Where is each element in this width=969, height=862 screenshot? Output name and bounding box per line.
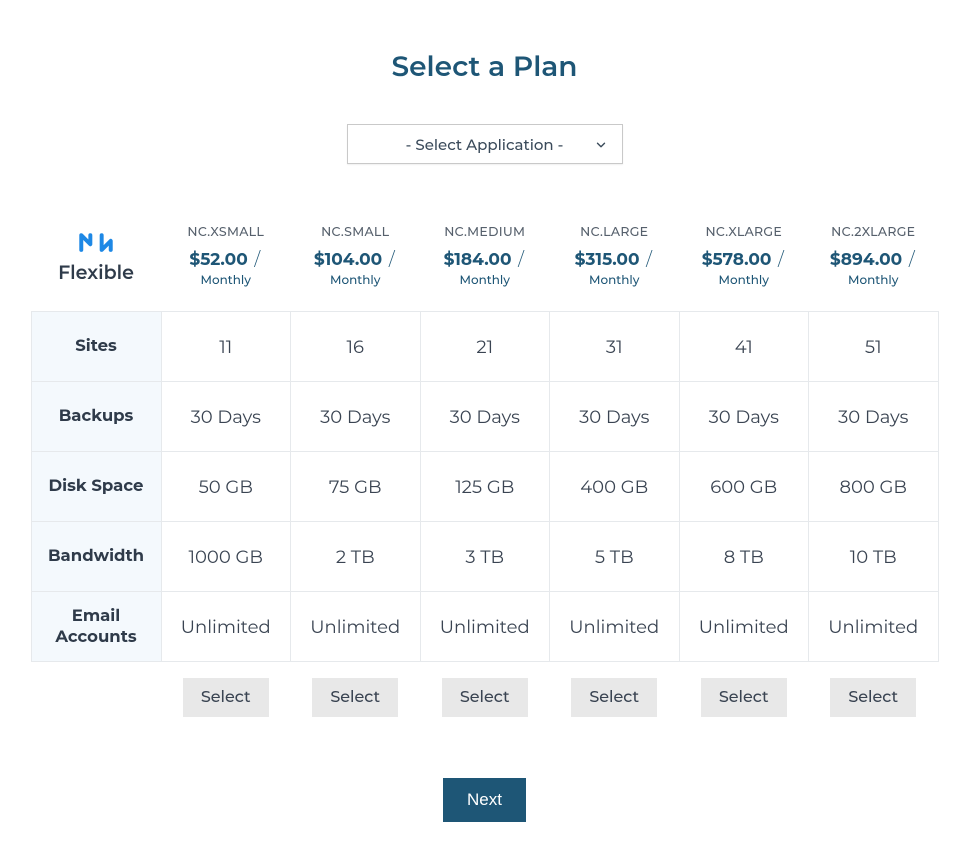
cell-value: 8 TB [679,522,809,592]
plan-price: $894.00 / Monthly [811,248,937,289]
cell-value: 1000 GB [161,522,291,592]
row-label-backups: Backups [31,382,161,452]
cell-value: 51 [809,312,939,382]
row-label-email-accounts: Email Accounts [31,592,161,662]
select-plan-button[interactable]: Select [701,678,787,717]
cell-value: Unlimited [161,592,291,662]
cell-value: Unlimited [679,592,809,662]
cell-value: Unlimited [550,592,680,662]
cell-value: 21 [420,312,550,382]
row-label-sites: Sites [31,312,161,382]
cell-value: Unlimited [420,592,550,662]
cell-value: 30 Days [809,382,939,452]
page-title: Select a Plan [30,50,939,84]
plan-price: $104.00 / Monthly [293,248,419,289]
cell-value: 50 GB [161,452,291,522]
application-select[interactable]: - Select Application - [347,124,623,164]
next-button[interactable]: Next [443,778,526,822]
plan-price: $184.00 / Monthly [422,248,548,289]
plan-name: NC.LARGE [552,225,678,240]
application-select-placeholder: - Select Application - [406,135,564,154]
plan-price: $315.00 / Monthly [552,248,678,289]
cell-value: 30 Days [161,382,291,452]
select-plan-button[interactable]: Select [183,678,269,717]
cell-value: Unlimited [809,592,939,662]
select-plan-button[interactable]: Select [571,678,657,717]
cell-value: 30 Days [679,382,809,452]
plan-name: NC.2XLARGE [811,225,937,240]
cell-value: 10 TB [809,522,939,592]
cell-value: 3 TB [420,522,550,592]
cell-value: 11 [161,312,291,382]
plan-price: $52.00 / Monthly [163,248,289,289]
cell-value: 30 Days [291,382,421,452]
cell-value: 125 GB [420,452,550,522]
select-plan-button[interactable]: Select [442,678,528,717]
brand-logo-icon [79,231,113,253]
row-label-disk-space: Disk Space [31,452,161,522]
cell-value: 400 GB [550,452,680,522]
cell-value: 5 TB [550,522,680,592]
chevron-down-icon [594,137,608,151]
plan-name: NC.SMALL [293,225,419,240]
cell-value: 2 TB [291,522,421,592]
cell-value: 41 [679,312,809,382]
cell-value: 31 [550,312,680,382]
select-plan-button[interactable]: Select [312,678,398,717]
cell-value: 600 GB [679,452,809,522]
select-plan-button[interactable]: Select [830,678,916,717]
cell-value: 800 GB [809,452,939,522]
plan-price: $578.00 / Monthly [681,248,807,289]
plan-group-label: Flexible [58,261,134,284]
plan-name: NC.MEDIUM [422,225,548,240]
cell-value: Unlimited [291,592,421,662]
cell-value: 75 GB [291,452,421,522]
cell-value: 16 [291,312,421,382]
pricing-table: Flexible NC.XSMALL $52.00 / Monthly NC.S… [31,219,939,718]
plan-name: NC.XSMALL [163,225,289,240]
row-label-bandwidth: Bandwidth [31,522,161,592]
cell-value: 30 Days [550,382,680,452]
cell-value: 30 Days [420,382,550,452]
plan-name: NC.XLARGE [681,225,807,240]
